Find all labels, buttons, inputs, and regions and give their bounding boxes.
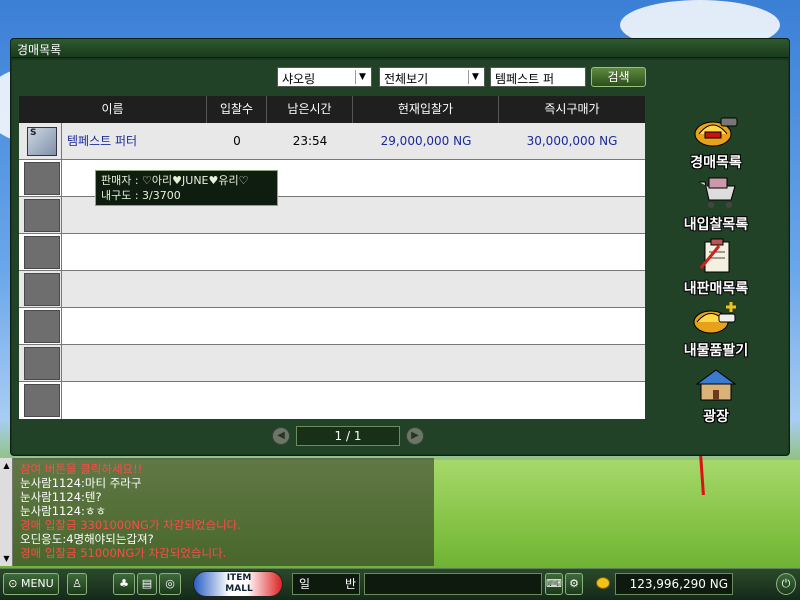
item-name: 템페스트 퍼터 bbox=[67, 134, 138, 148]
putter-item-icon: S bbox=[27, 127, 57, 156]
sell-item-label: 내물품팔기 bbox=[683, 343, 749, 359]
next-page-button[interactable]: ▶ bbox=[406, 427, 424, 445]
keyboard-icon: ⌨ bbox=[546, 577, 562, 590]
buy-now-price: 30,000,000 NG bbox=[526, 134, 618, 148]
table-row[interactable] bbox=[19, 382, 645, 419]
clipboard-icon bbox=[699, 238, 730, 273]
notes-icon: ▤ bbox=[141, 577, 153, 590]
bid-count: 0 bbox=[233, 134, 241, 148]
settings-button[interactable]: ⚙ bbox=[565, 573, 583, 595]
emoticon-button[interactable]: ⌨ bbox=[545, 573, 563, 595]
view-select[interactable]: 전체보기 ▼ bbox=[379, 67, 485, 87]
auction-add-icon bbox=[693, 302, 736, 334]
my-sales-button[interactable]: 내판매목록 bbox=[674, 238, 758, 298]
table-header: 이름 입찰수 남은시간 현재입찰가 즉시구매가 bbox=[19, 96, 645, 123]
table-row[interactable] bbox=[19, 234, 645, 271]
auction-list-button[interactable]: 경매목록 bbox=[674, 112, 758, 172]
sell-item-button[interactable]: 내물품팔기 bbox=[674, 300, 758, 360]
chat-message: 경매 입찰금 3301000NG가 차감되었습니다. bbox=[20, 518, 241, 532]
table-row[interactable]: S 템페스트 퍼터 0 23:54 29,000,000 NG 30,000,0… bbox=[19, 123, 645, 160]
chat-input[interactable] bbox=[364, 573, 542, 595]
my-bids-label: 내입찰목록 bbox=[683, 217, 749, 233]
plaza-label: 광장 bbox=[703, 409, 729, 425]
auction-list-label: 경매목록 bbox=[690, 155, 742, 171]
scroll-down-icon[interactable]: ▼ bbox=[1, 553, 12, 564]
chevron-down-icon: ▼ bbox=[468, 70, 482, 84]
chat-message: 눈사람1124:ㅎㅎ bbox=[20, 504, 107, 518]
window-title: 경매목록 bbox=[10, 38, 790, 58]
empty-slot bbox=[24, 162, 60, 195]
col-name-header[interactable]: 이름 bbox=[19, 96, 207, 123]
time-left: 23:54 bbox=[292, 134, 328, 148]
empty-slot bbox=[24, 310, 60, 343]
col-buy-now-header[interactable]: 즉시구매가 bbox=[499, 96, 645, 123]
page-indicator: 1 / 1 bbox=[296, 426, 400, 446]
auction-gavel-icon bbox=[694, 117, 738, 147]
empty-slot bbox=[24, 199, 60, 232]
table-row[interactable] bbox=[19, 271, 645, 308]
tooltip-seller: 판매자 : ♡아리♥JUNE♥유리♡ bbox=[101, 174, 249, 187]
chat-message: 경매 입찰금 51000NG가 차감되었습니다. bbox=[20, 546, 227, 560]
exit-icon: ⏻ bbox=[781, 577, 791, 590]
table-row[interactable] bbox=[19, 345, 645, 382]
category-select[interactable]: 샤오링 ▼ bbox=[277, 67, 372, 87]
target-button[interactable]: ◎ bbox=[159, 573, 181, 595]
friends-button[interactable]: ♣ bbox=[113, 573, 135, 595]
current-bid: 29,000,000 NG bbox=[380, 134, 472, 148]
view-select-value: 전체보기 bbox=[384, 72, 429, 86]
person-icon: ♙ bbox=[72, 577, 82, 590]
my-bids-button[interactable]: 내입찰목록 bbox=[674, 174, 758, 234]
my-sales-label: 내판매목록 bbox=[683, 281, 749, 297]
chat-mode-label-1: 일 bbox=[299, 577, 311, 591]
empty-slot bbox=[24, 384, 60, 417]
item-tooltip: 판매자 : ♡아리♥JUNE♥유리♡ 내구도 : 3/3700 bbox=[95, 170, 278, 206]
search-input[interactable]: 템페스트 퍼 bbox=[490, 67, 586, 87]
exit-button[interactable]: ⏻ bbox=[776, 573, 796, 595]
plaza-button[interactable]: 광장 bbox=[674, 366, 758, 426]
target-icon: ◎ bbox=[165, 577, 175, 590]
empty-slot bbox=[24, 273, 60, 306]
chat-message: 오딘응도:4명해야되는갑져? bbox=[20, 532, 154, 546]
tooltip-durability: 내구도 : 3/3700 bbox=[101, 189, 181, 202]
category-select-value: 샤오링 bbox=[282, 72, 316, 86]
menu-button[interactable]: ⊙ MENU bbox=[3, 573, 59, 595]
empty-slot bbox=[24, 236, 60, 269]
character-button[interactable]: ♙ bbox=[67, 573, 87, 595]
friends-icon: ♣ bbox=[119, 577, 129, 590]
money-display: 123,996,290 NG bbox=[615, 573, 733, 595]
chat-scrollbar[interactable]: ▲ ▼ bbox=[0, 458, 13, 566]
search-button[interactable]: 검색 bbox=[591, 67, 646, 87]
scroll-up-icon[interactable]: ▲ bbox=[1, 460, 12, 471]
plaza-building-icon bbox=[695, 369, 737, 401]
coin-icon bbox=[596, 577, 610, 589]
chat-message: 눈사람1124:마티 주라구 bbox=[20, 476, 142, 490]
chevron-down-icon: ▼ bbox=[355, 70, 369, 84]
col-current-bid-header[interactable]: 현재입찰가 bbox=[353, 96, 499, 123]
chat-message: 참여 버튼을 클릭하세요!! bbox=[20, 462, 143, 476]
notes-button[interactable]: ▤ bbox=[137, 573, 157, 595]
item-mall-button[interactable]: ITEM MALL bbox=[193, 571, 283, 597]
col-bids-header[interactable]: 입찰수 bbox=[207, 96, 267, 123]
chat-message: 눈사람1124:텐? bbox=[20, 490, 102, 504]
auction-table: 이름 입찰수 남은시간 현재입찰가 즉시구매가 S 템페스트 퍼터 0 23:5… bbox=[19, 96, 645, 419]
chat-mode-label-2: 반 bbox=[345, 577, 357, 591]
prev-page-button[interactable]: ◀ bbox=[272, 427, 290, 445]
gear-icon: ⚙ bbox=[569, 577, 579, 590]
table-row[interactable] bbox=[19, 308, 645, 345]
empty-slot bbox=[24, 347, 60, 380]
col-time-header[interactable]: 남은시간 bbox=[267, 96, 353, 123]
shopping-cart-icon bbox=[699, 177, 736, 208]
chat-mode-selector[interactable]: 일 반 bbox=[292, 573, 360, 595]
